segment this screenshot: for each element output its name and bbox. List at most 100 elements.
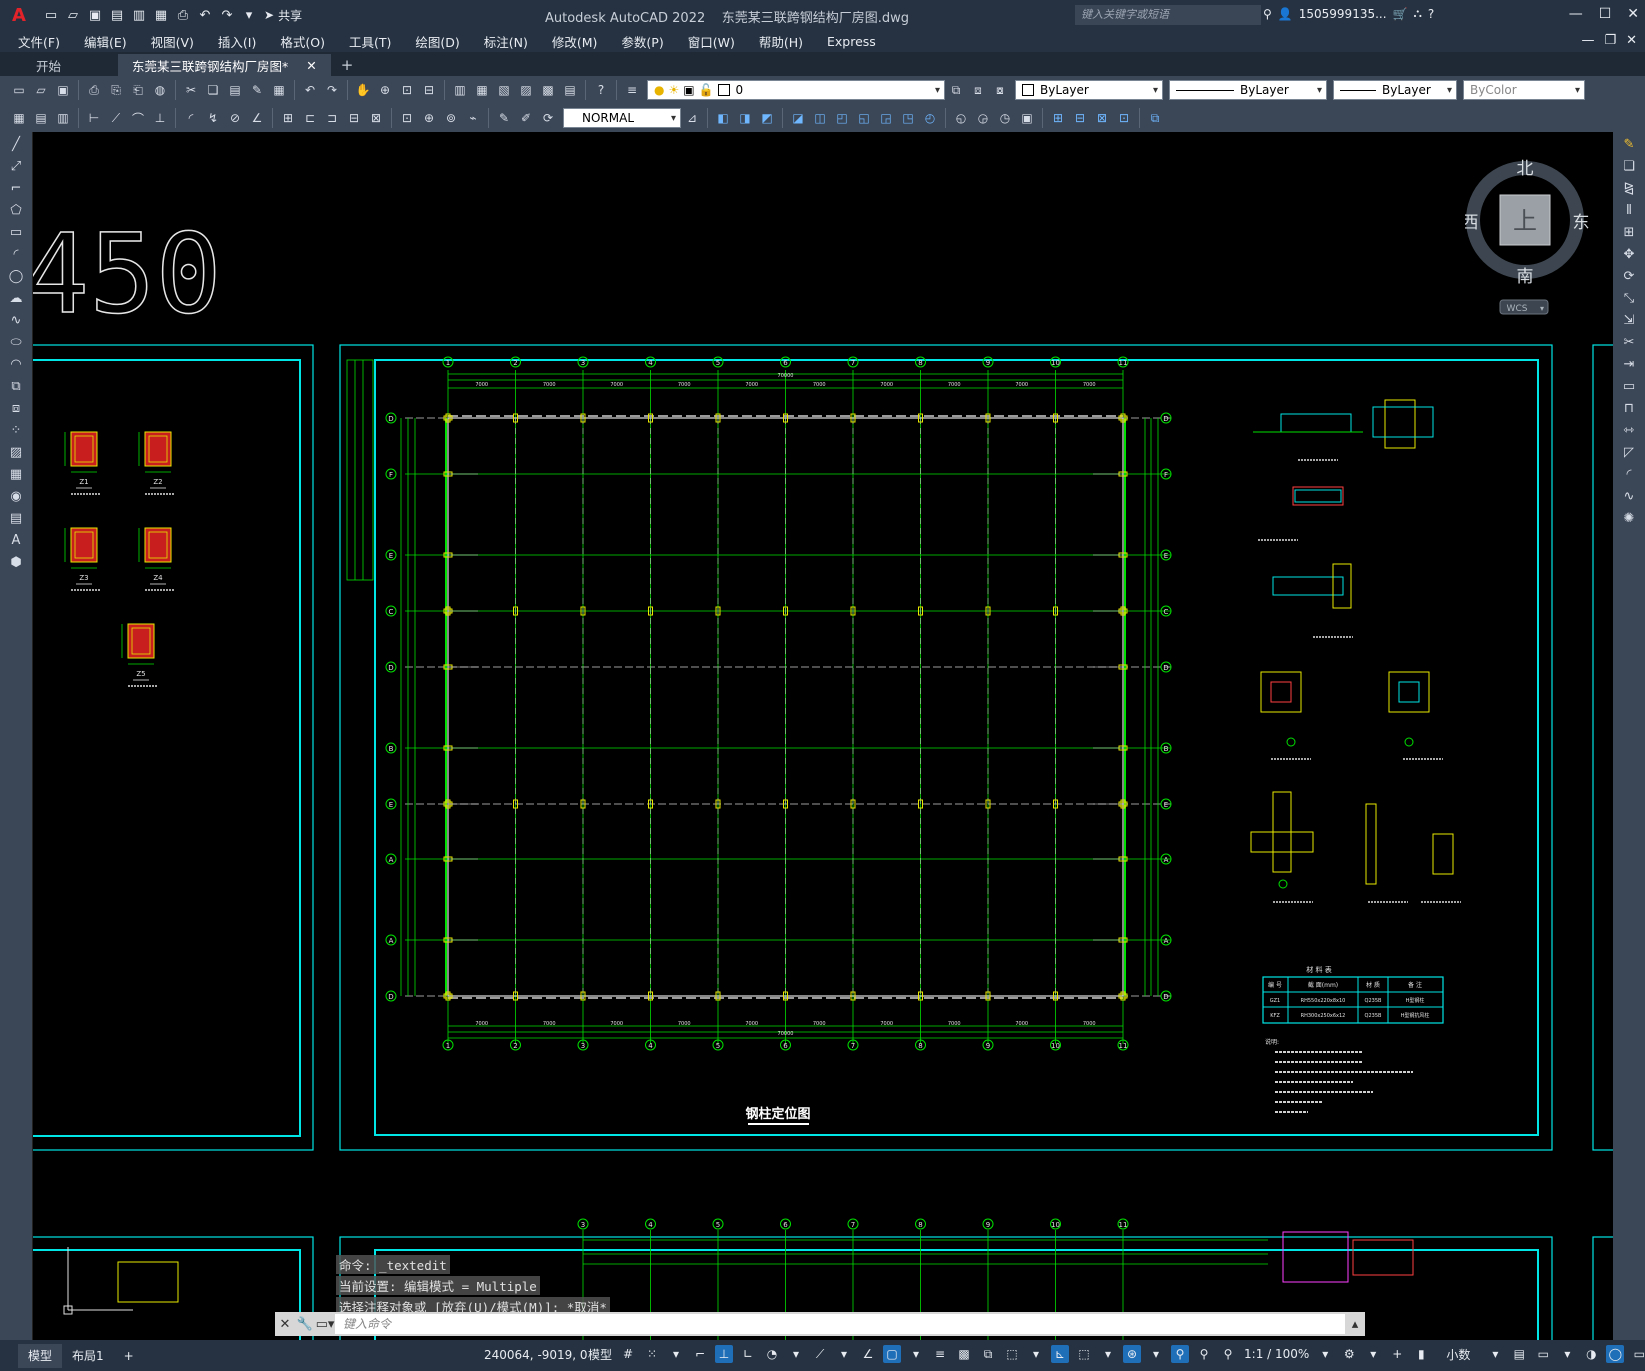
make-block-icon[interactable]: ⧈ xyxy=(4,399,28,418)
sun-icon[interactable]: ☀ xyxy=(668,83,679,97)
menu-draw[interactable]: 绘图(D) xyxy=(403,32,471,51)
layer-previous-icon[interactable]: ⧈ xyxy=(969,81,987,99)
modify-icon-11[interactable]: ◵ xyxy=(952,109,970,127)
quick-properties-icon[interactable]: ▤ xyxy=(1510,1345,1528,1363)
linetype-dropdown[interactable]: ByLayer xyxy=(1169,80,1327,100)
menu-insert[interactable]: 插入(I) xyxy=(206,32,268,51)
grid-icon[interactable]: # xyxy=(619,1345,637,1363)
snap-dropdown-icon[interactable]: ▾ xyxy=(667,1345,685,1363)
units-value[interactable]: 小数 xyxy=(1434,1346,1482,1363)
zoom-window-icon[interactable]: ⊡ xyxy=(398,81,416,99)
menu-window[interactable]: 窗口(W) xyxy=(676,32,747,51)
polyline-icon[interactable]: ⌐ xyxy=(4,179,28,198)
make-current-layer-icon[interactable]: ⧉ xyxy=(947,81,965,99)
modify-icon-13[interactable]: ◷ xyxy=(996,109,1014,127)
3d-osnap-icon[interactable]: ⬚ xyxy=(1003,1345,1021,1363)
command-scroll-icon[interactable]: ▴ xyxy=(1345,1317,1365,1332)
menu-file[interactable]: 文件(F) xyxy=(6,32,72,51)
isodraft-icon[interactable]: ⟋ xyxy=(811,1345,829,1363)
viewcube[interactable]: 上 北 南 西 东 WCS ▾ xyxy=(1462,150,1595,315)
modify-icon-15[interactable]: ⊞ xyxy=(1049,109,1067,127)
ellipse-icon[interactable]: ⬭ xyxy=(4,333,28,352)
insert-block-icon[interactable]: ⧉ xyxy=(4,377,28,396)
doc-minimize-icon[interactable]: — xyxy=(1581,33,1594,48)
modify-icon-16[interactable]: ⊟ xyxy=(1071,109,1089,127)
doc-restore-icon[interactable]: ❐ xyxy=(1604,33,1616,48)
menu-express[interactable]: Express xyxy=(815,34,888,49)
save-icon[interactable]: ▣ xyxy=(54,81,72,99)
table-icon[interactable]: ▤ xyxy=(4,509,28,528)
layer-states-icon[interactable]: ⧇ xyxy=(991,81,1009,99)
modify-icon-3[interactable]: ◩ xyxy=(758,109,776,127)
lock-ui-icon[interactable]: ▭ xyxy=(1534,1345,1552,1363)
compass-south[interactable]: 南 xyxy=(1517,267,1534,287)
user-name[interactable]: 1505999135... xyxy=(1299,7,1387,21)
modify-icon-7[interactable]: ◱ xyxy=(855,109,873,127)
explode-icon[interactable]: ✺ xyxy=(1617,509,1641,528)
open-file-icon[interactable]: ▱ xyxy=(64,6,82,24)
snap-icon[interactable]: ⁙ xyxy=(643,1345,661,1363)
dynamic-ucs-icon[interactable]: ⊾ xyxy=(1051,1345,1070,1363)
publish-icon[interactable]: ⎗ xyxy=(129,81,147,99)
export-icon[interactable]: ▦ xyxy=(152,6,170,24)
lock-ui-dropdown-icon[interactable]: ▾ xyxy=(1558,1345,1576,1363)
search-input[interactable]: 键入关键字或短语 xyxy=(1075,5,1261,25)
diameter-dimension-icon[interactable]: ⊘ xyxy=(226,109,244,127)
save-icon[interactable]: ▣ xyxy=(86,6,104,24)
redo-icon[interactable]: ↷ xyxy=(218,6,236,24)
user-icon[interactable]: 👤 xyxy=(1278,7,1293,21)
command-customize-icon[interactable]: 🔧 xyxy=(295,1317,315,1332)
object-snap-icon[interactable]: ▢ xyxy=(883,1345,902,1363)
clean-screen-icon[interactable]: ▭ xyxy=(1630,1345,1645,1363)
tool-icon-1[interactable]: ▦ xyxy=(10,109,28,127)
dynamic-input-icon[interactable]: ⊥ xyxy=(715,1345,734,1363)
sheet-set-icon[interactable]: ▨ xyxy=(517,81,535,99)
ortho-icon[interactable]: ∟ xyxy=(739,1345,757,1363)
menu-tools[interactable]: 工具(T) xyxy=(337,32,403,51)
infer-constraints-icon[interactable]: ⌐ xyxy=(691,1345,709,1363)
qat-dropdown-icon[interactable]: ▾ xyxy=(240,6,258,24)
scale-icon[interactable]: ⤡ xyxy=(1617,289,1641,308)
viewport-freeze-icon[interactable]: ▣ xyxy=(683,83,694,97)
autocad-logo-icon[interactable]: A xyxy=(6,2,32,28)
isolate-objects-icon[interactable]: ◑ xyxy=(1582,1345,1600,1363)
erase-icon[interactable]: ✎ xyxy=(1617,135,1641,154)
close-icon[interactable]: ✕ xyxy=(1627,6,1639,22)
fillet-icon[interactable]: ◜ xyxy=(1617,465,1641,484)
open-icon[interactable]: ▱ xyxy=(32,81,50,99)
modify-icon-18[interactable]: ⊡ xyxy=(1115,109,1133,127)
lineweight-icon[interactable]: ≡ xyxy=(931,1345,949,1363)
model-space-toggle[interactable]: 模型 xyxy=(585,1346,615,1363)
share-button[interactable]: ➤ 共享 xyxy=(264,7,302,24)
modify-icon-17[interactable]: ⊠ xyxy=(1093,109,1111,127)
dimension-update-icon[interactable]: ⟳ xyxy=(539,109,557,127)
linear-dimension-icon[interactable]: ⊢ xyxy=(85,109,103,127)
multiline-text-icon[interactable]: A xyxy=(4,531,28,550)
menu-dimension[interactable]: 标注(N) xyxy=(472,32,540,51)
region-icon[interactable]: ◉ xyxy=(4,487,28,506)
stretch-icon[interactable]: ⇲ xyxy=(1617,311,1641,330)
modify-icon-1[interactable]: ◧ xyxy=(714,109,732,127)
modify-icon-9[interactable]: ◳ xyxy=(899,109,917,127)
spline-icon[interactable]: ∿ xyxy=(4,311,28,330)
annotation-visibility-icon[interactable]: ⚲ xyxy=(1171,1345,1190,1363)
text-style-dropdown[interactable]: NORMAL xyxy=(563,108,681,128)
layout1-tab[interactable]: 布局1 xyxy=(62,1344,114,1368)
pan-icon[interactable]: ✋ xyxy=(354,81,372,99)
menu-modify[interactable]: 修改(M) xyxy=(540,32,610,51)
tool-icon-3[interactable]: ▥ xyxy=(54,109,72,127)
command-recent-icon[interactable]: ▭▾ xyxy=(315,1317,335,1332)
plot-icon[interactable]: ⎙ xyxy=(85,81,103,99)
doc-close-icon[interactable]: ✕ xyxy=(1626,33,1637,48)
paste-icon[interactable]: ▤ xyxy=(226,81,244,99)
osnap-dropdown-icon[interactable]: ▾ xyxy=(907,1345,925,1363)
polygon-icon[interactable]: ⬠ xyxy=(4,201,28,220)
globe-icon[interactable]: ◍ xyxy=(151,81,169,99)
rotate-icon[interactable]: ⟳ xyxy=(1617,267,1641,286)
break-icon[interactable]: ⊓ xyxy=(1617,399,1641,418)
quick-dimension-icon[interactable]: ⊞ xyxy=(279,109,297,127)
array-icon[interactable]: ⊞ xyxy=(1617,223,1641,242)
revision-cloud-icon[interactable]: ☁ xyxy=(4,289,28,308)
menu-edit[interactable]: 编辑(E) xyxy=(72,32,139,51)
selection-filter-icon[interactable]: ⬚ xyxy=(1075,1345,1093,1363)
